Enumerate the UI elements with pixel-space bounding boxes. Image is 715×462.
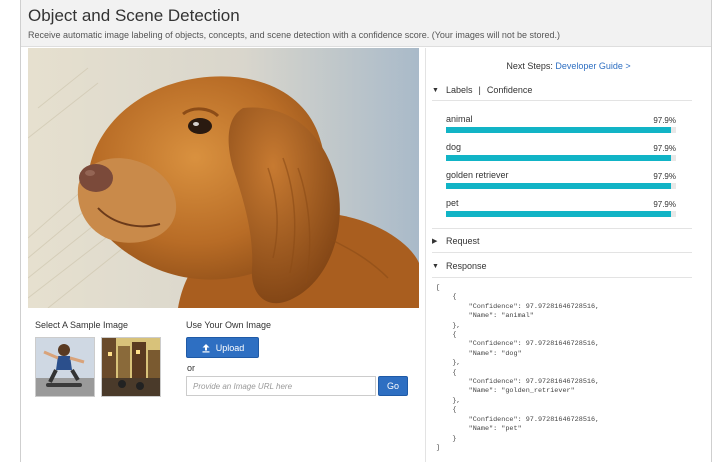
divider (432, 228, 692, 229)
page-title: Object and Scene Detection (28, 6, 240, 25)
sample-image-skateboarder[interactable] (35, 337, 95, 397)
label-confidence: 97.9% (653, 116, 676, 125)
label-row: pet 97.9% (444, 198, 676, 224)
confidence-bar-fill (446, 211, 672, 217)
next-steps: Next Steps: Developer Guide > (426, 61, 711, 71)
confidence-bar-track (446, 211, 676, 217)
triangle-down-icon: ▼ (432, 86, 439, 94)
dog-photo-illustration (28, 48, 419, 308)
labels-separator: | (478, 85, 481, 95)
own-image-title: Use Your Own Image (186, 320, 272, 330)
app-frame: Object and Scene Detection Receive autom… (20, 0, 712, 462)
next-steps-label: Next Steps: (506, 61, 553, 71)
label-confidence: 97.9% (653, 144, 676, 153)
results-panel: Next Steps: Developer Guide > ▼ Labels |… (425, 48, 711, 462)
label-confidence: 97.9% (653, 200, 676, 209)
label-name: golden retriever (446, 170, 509, 180)
labels-title: Labels (446, 85, 473, 95)
response-title: Response (446, 261, 487, 271)
upload-button-label: Upload (215, 342, 245, 353)
divider (432, 277, 692, 278)
label-row: animal 97.9% (444, 114, 676, 140)
triangle-right-icon: ▶ (432, 238, 438, 245)
request-section-toggle[interactable]: ▶ Request (432, 233, 692, 249)
label-name: animal (446, 114, 473, 124)
label-name: pet (446, 198, 459, 208)
upload-icon (202, 343, 210, 352)
label-confidence: 97.9% (653, 172, 676, 181)
label-row: golden retriever 97.9% (444, 170, 676, 196)
sample-images-title: Select A Sample Image (35, 320, 129, 330)
developer-guide-link[interactable]: Developer Guide > (555, 61, 630, 71)
label-row: dog 97.9% (444, 142, 676, 168)
confidence-bar-fill (446, 127, 672, 133)
label-name: dog (446, 142, 462, 152)
page-header: Object and Scene Detection Receive autom… (21, 0, 711, 47)
confidence-bar-track (446, 155, 676, 161)
labels-section-toggle[interactable]: ▼ Labels | Confidence (432, 82, 692, 98)
confidence-bar-fill (446, 155, 672, 161)
response-json: [ { "Confidence": 97.97281646728516, "Na… (436, 284, 600, 452)
labels-subtitle: Confidence (486, 85, 533, 95)
response-section-toggle[interactable]: ▼ Response (432, 258, 692, 274)
or-separator: or (187, 363, 196, 373)
confidence-bar-fill (446, 183, 672, 189)
image-url-input[interactable] (186, 376, 376, 396)
upload-button[interactable]: Upload (186, 337, 259, 358)
confidence-bar-track (446, 183, 676, 189)
triangle-down-icon: ▼ (432, 262, 439, 270)
divider (432, 100, 692, 101)
request-title: Request (446, 236, 480, 246)
main-image-dog (28, 48, 419, 308)
page-subtitle: Receive automatic image labeling of obje… (28, 30, 560, 40)
divider (432, 252, 692, 253)
go-button[interactable]: Go (378, 376, 408, 396)
sample-image-city-street[interactable] (101, 337, 161, 397)
confidence-bar-track (446, 127, 676, 133)
